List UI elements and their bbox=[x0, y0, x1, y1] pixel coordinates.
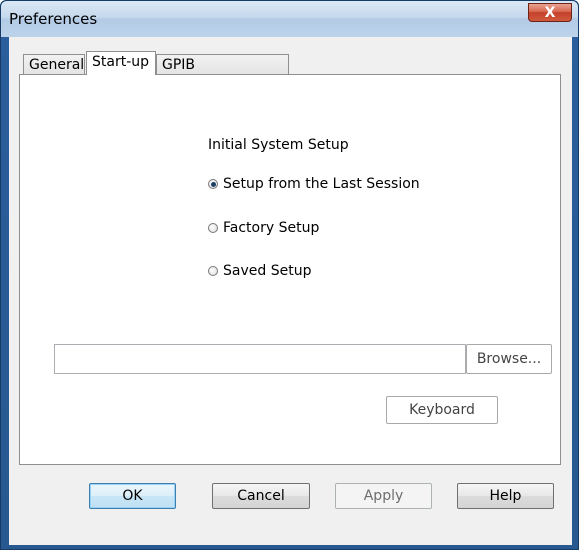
radio-unselected-icon[interactable] bbox=[208, 266, 218, 276]
close-icon: X bbox=[544, 5, 556, 21]
preferences-window: Preferences X General Start-up GPIB Conf… bbox=[0, 0, 579, 550]
radio-label[interactable]: Setup from the Last Session bbox=[223, 176, 420, 192]
radio-label[interactable]: Factory Setup bbox=[223, 220, 319, 236]
help-button[interactable]: Help bbox=[457, 483, 554, 509]
radio-setup-from-last-session[interactable]: Setup from the Last Session bbox=[208, 175, 420, 193]
radio-factory-setup[interactable]: Factory Setup bbox=[208, 219, 319, 237]
tab-general[interactable]: General bbox=[23, 54, 85, 75]
apply-button[interactable]: Apply bbox=[335, 483, 432, 509]
title-bar[interactable]: Preferences X bbox=[1, 1, 578, 37]
dialog-client-area: General Start-up GPIB Configuration Init… bbox=[9, 37, 572, 545]
saved-setup-path-field[interactable] bbox=[54, 344, 466, 374]
radio-label[interactable]: Saved Setup bbox=[223, 263, 311, 279]
close-button[interactable]: X bbox=[528, 3, 572, 22]
browse-button[interactable]: Browse... bbox=[466, 344, 552, 374]
keyboard-button[interactable]: Keyboard bbox=[386, 396, 498, 424]
cancel-button[interactable]: Cancel bbox=[212, 483, 310, 509]
window-title: Preferences bbox=[9, 10, 98, 28]
start-up-panel: Initial System Setup Setup from the Last… bbox=[19, 74, 561, 465]
tab-start-up[interactable]: Start-up bbox=[86, 51, 156, 75]
initial-system-setup-heading: Initial System Setup bbox=[208, 137, 349, 153]
ok-button[interactable]: OK bbox=[89, 483, 176, 509]
radio-unselected-icon[interactable] bbox=[208, 223, 218, 233]
radio-saved-setup[interactable]: Saved Setup bbox=[208, 262, 311, 280]
radio-selected-icon[interactable] bbox=[208, 179, 218, 189]
tab-gpib-configuration[interactable]: GPIB Configuration bbox=[156, 54, 289, 93]
